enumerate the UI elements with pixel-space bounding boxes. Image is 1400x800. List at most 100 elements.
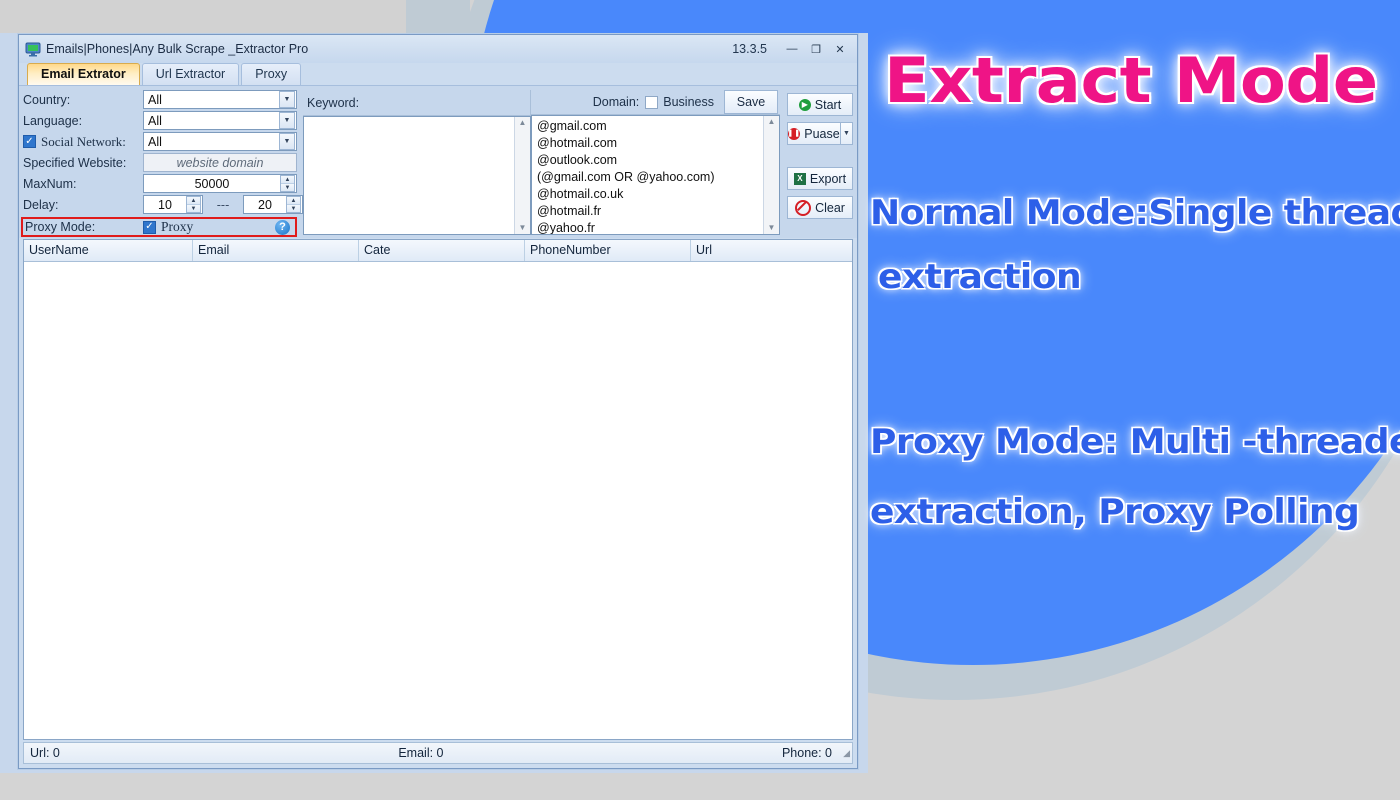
domain-label: Domain: xyxy=(592,95,640,110)
domain-list-item[interactable]: @yahoo.fr xyxy=(537,220,763,234)
help-icon[interactable]: ? xyxy=(275,219,290,235)
maxnum-row: MaxNum: 50000 ▲ ▼ xyxy=(23,174,297,193)
chevron-down-icon[interactable]: ▼ xyxy=(279,133,295,150)
delay-to-value: 20 xyxy=(258,197,272,212)
application-window: Emails|Phones|Any Bulk Scrape _Extractor… xyxy=(18,34,858,769)
overlay-proxy-mode-line1: Proxy Mode: Multi -threaded xyxy=(870,422,1400,462)
domain-scrollbar[interactable]: ▲ ▼ xyxy=(763,116,779,234)
domain-list-item[interactable]: @gmail.com xyxy=(537,118,763,135)
maximize-button[interactable]: ❐ xyxy=(805,41,827,57)
spinner-down-icon[interactable]: ▼ xyxy=(287,205,300,212)
results-grid: UserName Email Cate PhoneNumber Url xyxy=(23,239,853,740)
specified-website-input[interactable]: website domain xyxy=(143,153,297,172)
business-checkbox[interactable]: ✓ xyxy=(645,95,659,109)
language-select[interactable]: All ▼ xyxy=(143,111,297,130)
country-value: All xyxy=(148,92,162,107)
spinner-up-icon[interactable]: ▲ xyxy=(187,197,200,205)
proxy-checkbox[interactable]: ✓ xyxy=(143,220,156,234)
language-value: All xyxy=(148,113,162,128)
specified-website-row: Specified Website: website domain xyxy=(23,153,297,172)
start-button[interactable]: ▶ Start xyxy=(787,93,853,116)
minimize-button[interactable]: — xyxy=(781,41,803,57)
social-network-label-group: ✓ Social Network: xyxy=(23,134,143,150)
action-gap xyxy=(787,151,853,167)
country-row: Country: All ▼ xyxy=(23,90,297,109)
domain-header: Domain: ✓ Business Save xyxy=(531,90,780,116)
title-bar[interactable]: Emails|Phones|Any Bulk Scrape _Extractor… xyxy=(19,35,857,63)
column-header-url[interactable]: Url xyxy=(691,240,852,261)
spinner-up-icon[interactable]: ▲ xyxy=(287,197,300,205)
language-row: Language: All ▼ xyxy=(23,111,297,130)
pause-circle-icon: ❚❚ xyxy=(787,127,801,140)
column-header-username[interactable]: UserName xyxy=(24,240,193,261)
status-url-count: Url: 0 xyxy=(30,746,60,760)
spinner-down-icon[interactable]: ▼ xyxy=(187,205,200,212)
grid-header-row: UserName Email Cate PhoneNumber Url xyxy=(24,240,852,262)
grid-body[interactable] xyxy=(24,262,852,739)
spinner-up-icon[interactable]: ▲ xyxy=(281,176,294,184)
social-network-select[interactable]: All ▼ xyxy=(143,132,297,151)
delay-label: Delay: xyxy=(23,197,59,212)
domain-list-item[interactable]: @outlook.com xyxy=(537,152,763,169)
resize-grip-icon[interactable]: ◢ xyxy=(838,748,850,759)
delay-to-spinner[interactable]: ▲ ▼ xyxy=(286,196,301,213)
pause-dropdown-arrow-icon[interactable]: ▼ xyxy=(841,122,853,145)
action-button-column: ▶ Start ❚❚ Puase ▼ X Export Clear xyxy=(787,90,853,235)
chevron-down-icon[interactable]: ▼ xyxy=(279,112,295,129)
background-bluegray-strip xyxy=(406,0,470,34)
country-label: Country: xyxy=(23,92,71,107)
column-header-cate[interactable]: Cate xyxy=(359,240,525,261)
column-header-phonenumber[interactable]: PhoneNumber xyxy=(525,240,691,261)
clear-button[interactable]: Clear xyxy=(787,196,853,219)
save-button[interactable]: Save xyxy=(724,90,778,115)
status-email-count: Email: 0 xyxy=(398,746,444,760)
country-select[interactable]: All ▼ xyxy=(143,90,297,109)
spinner-down-icon[interactable]: ▼ xyxy=(281,184,294,191)
start-button-label: Start xyxy=(814,97,842,112)
overlay-proxy-mode-line2: extraction, Proxy Polling xyxy=(870,492,1360,532)
scroll-up-icon[interactable]: ▲ xyxy=(768,118,776,126)
proxy-checkbox-label: Proxy xyxy=(161,219,194,234)
chevron-down-icon[interactable]: ▼ xyxy=(279,91,295,108)
domain-list-item[interactable]: @hotmail.co.uk xyxy=(537,186,763,203)
keyword-input[interactable]: ▲ ▼ xyxy=(303,116,531,235)
keyword-scrollbar[interactable]: ▲ ▼ xyxy=(514,117,530,234)
scroll-down-icon[interactable]: ▼ xyxy=(768,224,776,232)
social-network-checkbox[interactable]: ✓ xyxy=(23,135,36,148)
monitor-icon xyxy=(25,41,41,57)
screenshot-stage: Emails|Phones|Any Bulk Scrape _Extractor… xyxy=(0,0,1400,800)
close-button[interactable]: ✕ xyxy=(829,41,851,57)
domain-list-item[interactable]: @hotmail.com xyxy=(537,135,763,152)
maxnum-label: MaxNum: xyxy=(23,176,77,191)
pause-button-label: Puase xyxy=(804,126,840,141)
maxnum-spinner[interactable]: ▲ ▼ xyxy=(280,175,295,192)
scroll-down-icon[interactable]: ▼ xyxy=(519,224,527,232)
tab-url-extractor[interactable]: Url Extractor xyxy=(141,63,240,85)
pause-button[interactable]: ❚❚ Puase xyxy=(787,122,841,145)
status-phone-count: Phone: 0 xyxy=(781,746,833,760)
domain-list-item[interactable]: @hotmail.fr xyxy=(537,203,763,220)
tab-proxy[interactable]: Proxy xyxy=(241,63,302,85)
settings-region: Country: All ▼ Language: All ▼ ✓ Social … xyxy=(19,86,857,238)
delay-row: Delay: 10 ▲ ▼ --- 20 ▲ ▼ xyxy=(23,195,303,214)
delay-from-spinner[interactable]: ▲ ▼ xyxy=(186,196,201,213)
export-button[interactable]: X Export xyxy=(787,167,853,190)
delay-separator: --- xyxy=(216,197,230,212)
window-title: Emails|Phones|Any Bulk Scrape _Extractor… xyxy=(46,42,309,56)
maxnum-stepper[interactable]: 50000 ▲ ▼ xyxy=(143,174,297,193)
clear-button-label: Clear xyxy=(815,200,845,215)
proxy-mode-row-highlight: Proxy Mode: ✓ Proxy ? xyxy=(21,217,297,237)
version-label: 13.3.5 xyxy=(732,42,767,56)
domain-panel: Domain: ✓ Business Save @gmail.com@hotma… xyxy=(531,90,780,235)
delay-to-stepper[interactable]: 20 ▲ ▼ xyxy=(243,195,303,214)
background-gray-strip xyxy=(0,0,406,34)
delay-from-stepper[interactable]: 10 ▲ ▼ xyxy=(143,195,203,214)
export-button-label: Export xyxy=(809,171,847,186)
column-header-email[interactable]: Email xyxy=(193,240,359,261)
specified-website-label: Specified Website: xyxy=(23,155,127,170)
scroll-up-icon[interactable]: ▲ xyxy=(519,119,527,127)
tab-email-extractor[interactable]: Email Extrator xyxy=(27,63,140,85)
domain-list-box[interactable]: @gmail.com @hotmail.com @outlook.com (@gmai… xyxy=(531,115,780,235)
pause-split-button: ❚❚ Puase ▼ xyxy=(787,122,853,145)
domain-list-item[interactable]: (@gmail.com OR @yahoo.com) xyxy=(537,169,763,186)
